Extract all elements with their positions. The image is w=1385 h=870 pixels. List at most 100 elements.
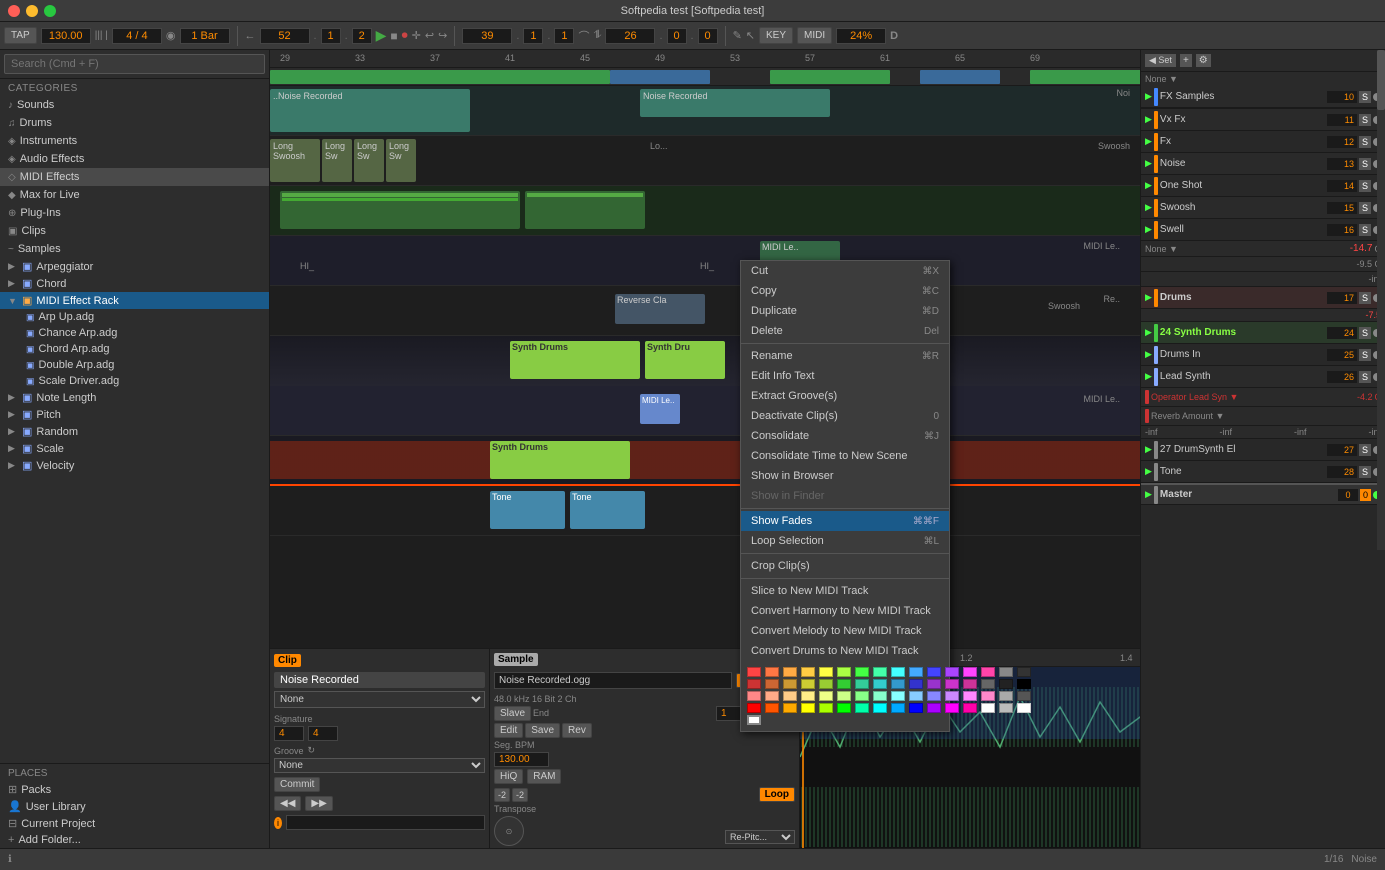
tree-item-random[interactable]: ▶ ▣ Random: [0, 423, 269, 440]
tree-item-arpeggiator[interactable]: ▶ ▣ Arpeggiator: [0, 258, 269, 275]
clip-tone2[interactable]: Tone: [570, 491, 645, 529]
prev-button[interactable]: ◀◀: [274, 796, 301, 811]
color-swatch[interactable]: [963, 667, 977, 677]
color-swatch[interactable]: [1017, 703, 1031, 713]
cm-slice-midi[interactable]: Slice to New MIDI Track: [741, 581, 949, 601]
color-swatch[interactable]: [873, 691, 887, 701]
mixer-add-button[interactable]: +: [1180, 54, 1192, 67]
clip-tone1[interactable]: Tone: [490, 491, 565, 529]
save-button2[interactable]: Save: [525, 723, 560, 738]
color-swatch[interactable]: [855, 679, 869, 689]
mixer-settings-button[interactable]: ⚙: [1196, 54, 1211, 67]
clip-noise-recorded[interactable]: ..Noise Recorded: [270, 89, 470, 132]
cm-show-browser[interactable]: Show in Browser: [741, 466, 949, 486]
sidebar-item-midi-effects[interactable]: ◇ MIDI Effects: [0, 168, 269, 186]
sidebar-item-instruments[interactable]: ◈ Instruments: [0, 132, 269, 150]
tree-item-pitch[interactable]: ▶ ▣ Pitch: [0, 406, 269, 423]
pos5-display[interactable]: 1: [523, 28, 543, 44]
mixer-play-icon[interactable]: ▶: [1145, 91, 1152, 102]
pos4-display[interactable]: 39: [462, 28, 512, 44]
clip-color-select[interactable]: None: [274, 691, 485, 708]
cm-consolidate[interactable]: Consolidate ⌘J: [741, 426, 949, 446]
color-swatch[interactable]: [783, 703, 797, 713]
clip-green1[interactable]: [280, 191, 520, 229]
leadsynth-s-button[interactable]: S: [1359, 371, 1371, 383]
vx-s-button[interactable]: S: [1359, 114, 1371, 126]
stop-button[interactable]: ■: [390, 29, 397, 43]
key-button[interactable]: KEY: [759, 27, 793, 44]
transpose-knob[interactable]: ⊙: [494, 816, 524, 846]
bpm-display[interactable]: 130.00: [41, 28, 91, 44]
cm-convert-harmony[interactable]: Convert Harmony to New MIDI Track: [741, 601, 949, 621]
punch-button[interactable]: ↪: [438, 29, 447, 42]
color-swatch[interactable]: [927, 691, 941, 701]
color-swatch[interactable]: [999, 703, 1013, 713]
color-swatch[interactable]: [1017, 679, 1031, 689]
master-s-button[interactable]: 0: [1360, 489, 1371, 501]
close-button[interactable]: [8, 5, 20, 17]
cm-duplicate[interactable]: Duplicate ⌘D: [741, 301, 949, 321]
color-swatch[interactable]: [855, 691, 869, 701]
tree-child-double-arp[interactable]: ▣ Double Arp.adg: [18, 357, 269, 373]
color-swatch[interactable]: [747, 691, 761, 701]
cm-loop-selection[interactable]: Loop Selection ⌘L: [741, 531, 949, 551]
sig-den-input[interactable]: [308, 726, 338, 741]
end-val1[interactable]: [716, 706, 741, 721]
cm-crop-clips[interactable]: Crop Clip(s): [741, 556, 949, 576]
color-swatch[interactable]: [819, 691, 833, 701]
cm-rename[interactable]: Rename ⌘R: [741, 346, 949, 366]
swoosh-play-icon[interactable]: ▶: [1145, 202, 1152, 213]
color-swatch[interactable]: [747, 703, 761, 713]
loop-button2[interactable]: Loop: [759, 787, 795, 802]
add-button[interactable]: ✛: [412, 29, 421, 42]
color-swatch[interactable]: [963, 703, 977, 713]
color-swatch[interactable]: [801, 691, 815, 701]
color-swatch[interactable]: [819, 679, 833, 689]
fx-play-icon[interactable]: ▶: [1145, 136, 1152, 147]
clip-synth-drums[interactable]: Synth Drums: [510, 341, 640, 379]
cm-copy[interactable]: Copy ⌘C: [741, 281, 949, 301]
color-swatch[interactable]: [747, 667, 761, 677]
color-swatch[interactable]: [909, 703, 923, 713]
ram-button[interactable]: RAM: [527, 769, 561, 784]
mixer-set-button[interactable]: ◀ Set: [1145, 54, 1176, 67]
groove-select[interactable]: None: [274, 758, 485, 773]
cm-convert-melody[interactable]: Convert Melody to New MIDI Track: [741, 621, 949, 641]
color-swatch[interactable]: [927, 703, 941, 713]
drumsin-s-button[interactable]: S: [1359, 349, 1371, 361]
cm-convert-drums[interactable]: Convert Drums to New MIDI Track: [741, 641, 949, 661]
tree-item-midi-effect-rack[interactable]: ▼ ▣ MIDI Effect Rack: [0, 292, 269, 309]
cm-cut[interactable]: Cut ⌘X: [741, 261, 949, 281]
synth-play-icon[interactable]: ▶: [1145, 327, 1152, 338]
synth24-s-button[interactable]: S: [1359, 327, 1371, 339]
swell-s-button[interactable]: S: [1359, 224, 1371, 236]
color-swatch[interactable]: [837, 679, 851, 689]
color-swatch[interactable]: [765, 691, 779, 701]
clip-synth-drums3[interactable]: Synth Drums: [490, 441, 630, 479]
color-swatch[interactable]: [873, 667, 887, 677]
select-icon[interactable]: ↖: [746, 29, 755, 42]
minimize-button[interactable]: [26, 5, 38, 17]
color-swatch[interactable]: [999, 667, 1013, 677]
sidebar-item-plug-ins[interactable]: ⊕ Plug-Ins: [0, 204, 269, 222]
color-swatch[interactable]: [891, 703, 905, 713]
search-input[interactable]: [4, 54, 265, 74]
master-play-icon[interactable]: ▶: [1145, 489, 1152, 500]
noise-s-button[interactable]: S: [1359, 158, 1371, 170]
color-swatch[interactable]: [945, 691, 959, 701]
tree-child-chord-arp[interactable]: ▣ Chord Arp.adg: [18, 341, 269, 357]
record-button[interactable]: ⏺: [402, 28, 408, 43]
repitch-select[interactable]: Re-Pitc...: [725, 830, 795, 844]
swell-play-icon[interactable]: ▶: [1145, 224, 1152, 235]
color-swatch[interactable]: [927, 679, 941, 689]
play-icon[interactable]: ▶: [1145, 114, 1152, 125]
place-item-add-folder[interactable]: + Add Folder...: [0, 832, 269, 848]
color-swatch[interactable]: [945, 667, 959, 677]
color-swatch[interactable]: [801, 667, 815, 677]
pos7-display[interactable]: 26: [605, 28, 655, 44]
edit-button[interactable]: Edit: [494, 723, 523, 738]
cm-edit-info[interactable]: Edit Info Text: [741, 366, 949, 386]
cm-show-fades[interactable]: Show Fades ⌘⌘F: [741, 511, 949, 531]
drums-s-button[interactable]: S: [1359, 292, 1371, 304]
sig-num-input[interactable]: [274, 726, 304, 741]
